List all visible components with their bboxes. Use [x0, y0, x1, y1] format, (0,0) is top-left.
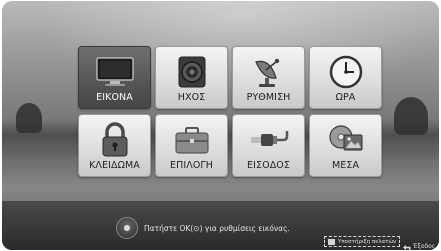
menu-tile-time[interactable]: ΩΡΑ [309, 46, 382, 109]
speaker-icon [156, 53, 227, 91]
menu-tile-setup[interactable]: ΡΥΘΜΙΣΗ [232, 46, 305, 109]
footer-hint: Πατήστε ΟΚ(⊙) για ρυθμίσεις εικόνας. [116, 217, 290, 239]
menu-tile-lock[interactable]: ΚΛΕΙΔΩΜΑ [78, 114, 151, 177]
customer-support-button[interactable]: Υποστήριξη πελατών [324, 236, 401, 247]
tile-label: ΚΛΕΙΔΩΜΑ [89, 160, 140, 171]
tile-label: ΡΥΘΜΙΣΗ [246, 92, 291, 103]
padlock-icon [79, 121, 150, 159]
menu-tile-media[interactable]: ΜΕΣΑ [309, 114, 382, 177]
support-key-icon [328, 238, 335, 245]
tv-icon [79, 53, 150, 91]
tile-label: ΕΙΣΟΔΟΣ [247, 160, 290, 171]
support-label: Υποστήριξη πελατών [338, 238, 397, 245]
tile-label: ΕΠΙΛΟΓΗ [169, 160, 214, 171]
exit-button[interactable]: Έξοδος [403, 237, 435, 250]
background-tree [16, 103, 42, 133]
tv-menu-screen: ΕΙΚΟΝΑ ΗΧΟΣ ΡΥΘΜΙΣΗ ΩΡΑ ΚΛΕΙΔΩΜΑ ΕΠΙΛΟΓΗ… [2, 1, 439, 250]
back-arrow-icon [403, 237, 411, 250]
tile-label: ΕΙΚΟΝΑ [96, 92, 133, 103]
remote-dpad-icon [116, 217, 138, 239]
menu-tile-input[interactable]: ΕΙΣΟΔΟΣ [232, 114, 305, 177]
cable-plug-icon [233, 121, 304, 159]
satellite-dish-icon [233, 53, 304, 91]
briefcase-icon [156, 121, 227, 159]
background-tree [394, 97, 428, 135]
clock-icon [310, 53, 381, 91]
menu-tile-sound[interactable]: ΗΧΟΣ [155, 46, 228, 109]
tile-label: ΩΡΑ [335, 92, 356, 103]
hint-text: Πατήστε ΟΚ(⊙) για ρυθμίσεις εικόνας. [144, 223, 290, 233]
menu-tile-picture[interactable]: ΕΙΚΟΝΑ [78, 46, 151, 109]
menu-tile-option[interactable]: ΕΠΙΛΟΓΗ [155, 114, 228, 177]
tile-label: ΗΧΟΣ [177, 92, 206, 103]
exit-label: Έξοδος [413, 243, 436, 250]
media-icon [310, 121, 381, 159]
tile-label: ΜΕΣΑ [331, 160, 360, 171]
